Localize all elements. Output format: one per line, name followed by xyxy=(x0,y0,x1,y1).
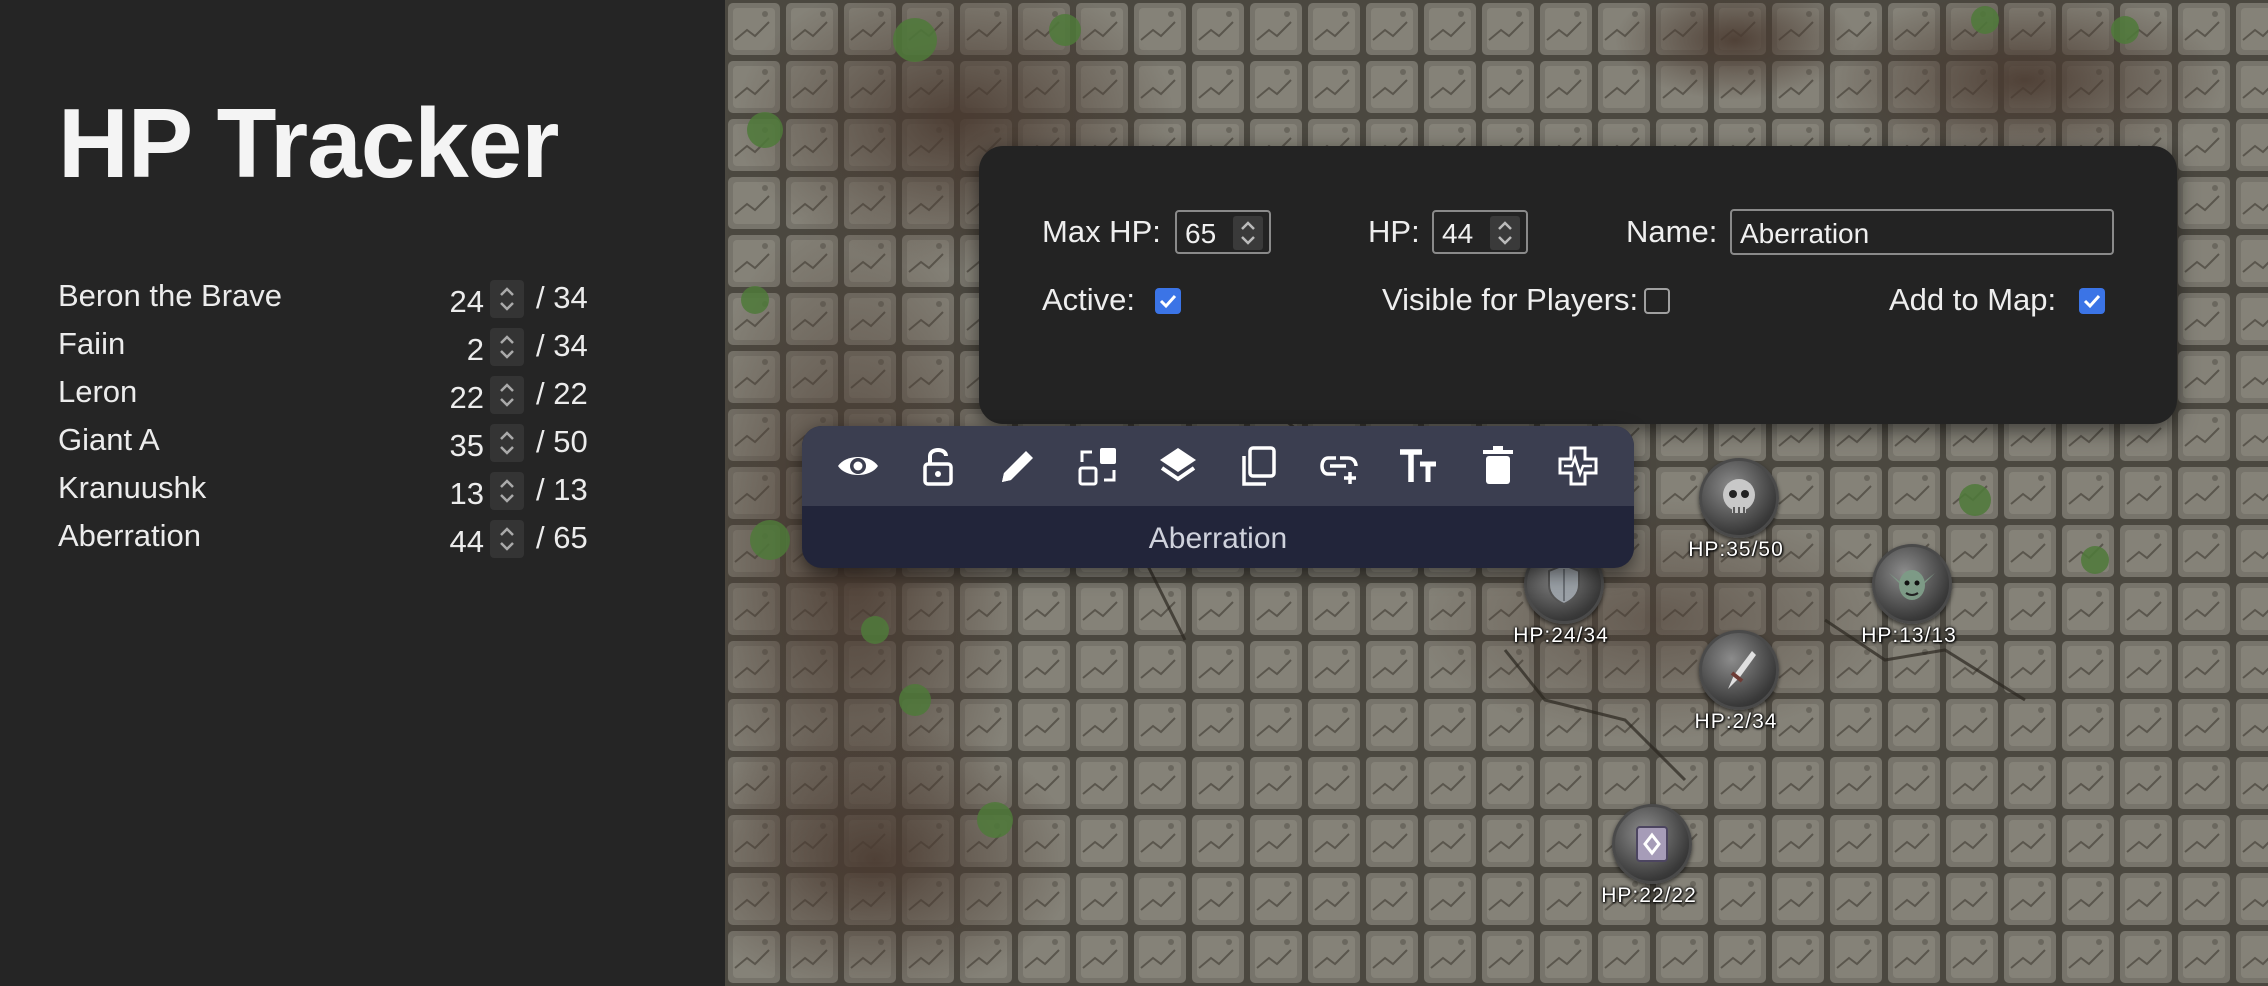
hp-stepper[interactable] xyxy=(490,328,524,366)
tracker-max-hp: / 65 xyxy=(536,520,588,555)
token-hp-label: HP:2/34 xyxy=(1694,710,1778,733)
tracker-row: Beron the Brave 24 / 34 xyxy=(58,274,618,322)
hp-stepper[interactable] xyxy=(490,472,524,510)
hp-edit-popover: Max HP: 65 HP: 44 Name: Aberration Activ… xyxy=(979,146,2177,424)
max-hp-input[interactable]: 65 xyxy=(1175,210,1271,254)
hp-tracker-sidebar: HP Tracker Beron the Brave 24 / 34 Faiin… xyxy=(0,0,725,986)
link-add-icon[interactable] xyxy=(1316,444,1360,488)
tracker-row: Leron 22 / 22 xyxy=(58,370,618,418)
visible-for-players-label: Visible for Players: xyxy=(1382,282,1639,317)
skull-icon xyxy=(1699,458,1779,538)
tracker-max-hp: / 50 xyxy=(536,424,588,459)
name-value: Aberration xyxy=(1740,218,1870,249)
pencil-icon[interactable] xyxy=(996,444,1040,488)
copy-icon[interactable] xyxy=(1236,444,1280,488)
token-hp-label: HP:13/13 xyxy=(1861,624,1957,647)
tracker-hp-input[interactable]: 24 xyxy=(444,284,484,320)
hp-stepper[interactable] xyxy=(490,424,524,462)
active-label: Active: xyxy=(1042,282,1136,317)
name-input[interactable]: Aberration xyxy=(1730,209,2114,255)
tracker-hp-input[interactable]: 44 xyxy=(444,524,484,560)
layers-icon[interactable] xyxy=(1156,444,1200,488)
blade-icon xyxy=(1699,630,1779,710)
tracker-max-hp: / 34 xyxy=(536,328,588,363)
tracker-hp-input[interactable]: 35 xyxy=(444,428,484,464)
tracker-max-hp: / 34 xyxy=(536,280,588,315)
token-hp-label: HP:35/50 xyxy=(1688,538,1784,561)
token-hp-label: HP:24/34 xyxy=(1513,624,1609,647)
hp-stepper[interactable] xyxy=(490,520,524,558)
tracker-row: Faiin 2 / 34 xyxy=(58,322,618,370)
tracker-row: Giant A 35 / 50 xyxy=(58,418,618,466)
active-checkbox[interactable] xyxy=(1155,288,1181,314)
tracker-list: Beron the Brave 24 / 34 Faiin 2 / 34 Ler… xyxy=(58,274,618,562)
max-hp-label: Max HP: xyxy=(1042,214,1161,249)
trash-icon[interactable] xyxy=(1476,444,1520,488)
hp-stepper[interactable] xyxy=(1490,216,1520,250)
text-icon[interactable] xyxy=(1396,444,1440,488)
max-hp-value: 65 xyxy=(1185,218,1217,249)
goblin-icon xyxy=(1872,544,1952,624)
hp-stepper[interactable] xyxy=(490,376,524,414)
swap-icon[interactable] xyxy=(1076,444,1120,488)
book-icon xyxy=(1612,804,1692,884)
add-to-map-label: Add to Map: xyxy=(1889,282,2057,317)
hp-input[interactable]: 44 xyxy=(1432,210,1528,254)
tracker-hp-input[interactable]: 2 xyxy=(444,332,484,368)
app-title: HP Tracker xyxy=(58,88,559,198)
tracker-max-hp: / 22 xyxy=(536,376,588,411)
visible-for-players-checkbox[interactable] xyxy=(1644,288,1670,314)
tracker-name: Beron the Brave xyxy=(58,278,283,313)
tracker-row: Aberration 44 / 65 xyxy=(58,514,618,562)
tracker-name: Kranuushk xyxy=(58,470,207,505)
selected-token-name: Aberration xyxy=(1148,522,1288,555)
tracker-hp-input[interactable]: 13 xyxy=(444,476,484,512)
tracker-max-hp: / 13 xyxy=(536,472,588,507)
tracker-name: Aberration xyxy=(58,518,202,553)
tracker-name: Leron xyxy=(58,374,138,409)
tracker-name: Faiin xyxy=(58,326,126,361)
hp-tracker-icon[interactable] xyxy=(1556,444,1600,488)
hp-stepper[interactable] xyxy=(490,280,524,318)
tracker-row: Kranuushk 13 / 13 xyxy=(58,466,618,514)
tracker-name: Giant A xyxy=(58,422,160,457)
tracker-hp-input[interactable]: 22 xyxy=(444,380,484,416)
eye-icon[interactable] xyxy=(836,444,880,488)
token-hp-label: HP:22/22 xyxy=(1601,884,1697,907)
hp-value: 44 xyxy=(1442,218,1474,249)
unlock-icon[interactable] xyxy=(916,444,960,488)
add-to-map-checkbox[interactable] xyxy=(2079,288,2105,314)
max-hp-stepper[interactable] xyxy=(1233,216,1263,250)
token-context-toolbar: Aberration xyxy=(802,426,1634,568)
toolbar-actions xyxy=(802,426,1634,506)
name-label: Name: xyxy=(1626,214,1718,249)
hp-label: HP: xyxy=(1368,214,1420,249)
